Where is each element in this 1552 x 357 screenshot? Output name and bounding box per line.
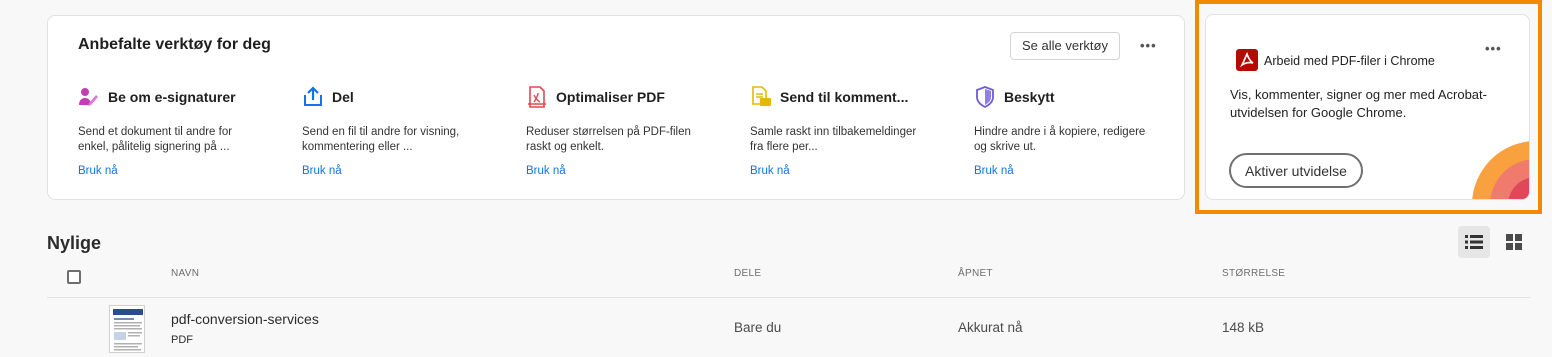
use-now-link[interactable]: Bruk nå [974,165,1014,177]
column-header-opened[interactable]: ÅPNET [958,268,993,279]
select-all-checkbox[interactable] [67,270,81,284]
column-header-name[interactable]: NAVN [171,268,199,279]
tool-description: Reduser størrelsen på PDF-filen raskt og… [526,126,691,153]
file-opened-time: Akkurat nå [958,320,1023,335]
tool-share: Del Send en fil til andre for visning, k… [302,86,502,177]
more-options-icon[interactable]: ••• [1140,38,1157,53]
share-icon [302,86,324,108]
recommended-tools-card: Anbefalte verktøy for deg Se alle verktø… [47,15,1185,200]
column-header-share[interactable]: DELE [734,268,761,279]
use-now-link[interactable]: Bruk nå [78,165,118,177]
promo-title: Arbeid med PDF-filer i Chrome [1264,54,1435,68]
file-type: PDF [171,334,193,346]
tool-name: Beskytt [1004,89,1055,105]
tool-send-for-comment: Send til komment... Samle raskt inn tilb… [750,86,950,177]
acrobat-icon [1236,49,1258,71]
optimize-pdf-icon [526,86,548,108]
use-now-link[interactable]: Bruk nå [526,165,566,177]
header-divider [47,297,1530,298]
tool-optimize-pdf: Optimaliser PDF Reduser størrelsen på PD… [526,86,726,177]
file-thumbnail[interactable] [109,305,145,353]
tool-name: Optimaliser PDF [556,89,665,105]
use-now-link[interactable]: Bruk nå [302,165,342,177]
tool-description: Samle raskt inn tilbakemeldinger fra fle… [750,126,917,153]
e-sign-icon [78,86,100,108]
tool-description: Send et dokument til andre for enkel, på… [78,126,233,153]
file-share-status: Bare du [734,320,782,335]
send-for-comment-icon [750,86,772,108]
grid-view-button[interactable] [1498,226,1530,258]
grid-view-icon [1506,234,1522,250]
column-header-size[interactable]: STØRRELSE [1222,268,1285,279]
activate-extension-button[interactable]: Aktiver utvidelse [1229,153,1363,188]
tool-name: Be om e-signaturer [108,89,236,105]
tool-e-sign: Be om e-signaturer Send et dokument til … [78,86,278,177]
file-size: 148 kB [1222,320,1265,335]
protect-shield-icon [974,86,996,108]
use-now-link[interactable]: Bruk nå [750,165,790,177]
list-view-icon [1465,235,1483,249]
tool-name: Del [332,89,354,105]
promo-description: Vis, kommenter, signer og mer med Acroba… [1230,87,1487,120]
recent-section-title: Nylige [47,233,102,253]
see-all-tools-button[interactable]: Se alle verktøy [1010,32,1120,60]
file-name[interactable]: pdf-conversion-services [171,311,319,327]
tools-title: Anbefalte verktøy for deg [78,36,271,53]
decorative-shape [1472,141,1529,199]
chrome-extension-promo-card: Arbeid med PDF-filer i Chrome ••• Vis, k… [1205,14,1530,200]
tool-description: Send en fil til andre for visning, komme… [302,126,460,153]
tool-description: Hindre andre i å kopiere, redigere og sk… [974,126,1146,153]
tool-name: Send til komment... [780,89,909,105]
list-view-button[interactable] [1458,226,1490,258]
tool-protect: Beskytt Hindre andre i å kopiere, redige… [974,86,1174,177]
more-options-icon[interactable]: ••• [1485,41,1502,56]
